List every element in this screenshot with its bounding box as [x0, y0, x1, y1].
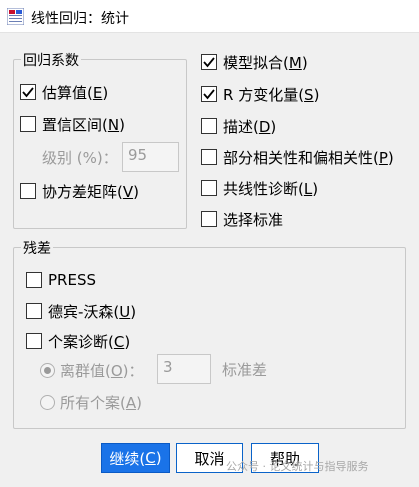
- model-fit-check-icon: [201, 54, 217, 70]
- level-input: 95: [122, 142, 179, 172]
- confidence-interval-label: 置信区间(N): [42, 115, 125, 134]
- covariance-matrix-label: 协方差矩阵(V): [42, 182, 139, 201]
- r-square-change-check-icon: [201, 86, 217, 102]
- outlier-unit-label: 标准差: [222, 361, 268, 379]
- window-title: 线性回归：统计: [31, 11, 129, 27]
- confidence-interval-checkbox[interactable]: 置信区间(N): [20, 113, 125, 135]
- descriptives-box: [201, 118, 217, 134]
- durbin-watson-box: [26, 303, 42, 319]
- model-fit-label: 模型拟合(M): [223, 53, 308, 72]
- outliers-radio[interactable]: 离群值(O)：: [40, 359, 144, 381]
- casewise-diagnostics-label: 个案诊断(C): [48, 332, 131, 351]
- all-cases-radio-icon: [40, 394, 55, 410]
- collinearity-diagnostics-label: 共线性诊断(L): [223, 179, 319, 198]
- durbin-watson-checkbox[interactable]: 德宾-沃森(U): [26, 300, 136, 322]
- collinearity-diagnostics-checkbox[interactable]: 共线性诊断(L): [201, 177, 318, 199]
- selection-criteria-label: 选择标准: [223, 210, 284, 229]
- all-cases-radio[interactable]: 所有个案(A): [40, 391, 142, 413]
- residuals-group-label: 残差: [21, 238, 53, 258]
- collinearity-diagnostics-box: [201, 180, 217, 196]
- continue-button[interactable]: 继续(C): [101, 443, 170, 473]
- confidence-interval-box: [20, 116, 36, 132]
- part-partial-correlations-box: [201, 149, 217, 165]
- model-fit-checkbox[interactable]: 模型拟合(M): [201, 51, 308, 73]
- all-cases-label: 所有个案(A): [60, 393, 142, 412]
- covariance-matrix-box: [20, 183, 36, 199]
- spss-app-icon: [6, 7, 25, 26]
- selection-criteria-checkbox[interactable]: 选择标准: [201, 208, 283, 230]
- watermark-text: 公众号 · 论文统计与指导服务: [226, 460, 369, 473]
- level-label: 级别 (%)：: [42, 149, 118, 167]
- outliers-label: 离群值(O)：: [60, 361, 144, 380]
- descriptives-label: 描述(D): [223, 117, 277, 136]
- press-box: [26, 272, 42, 288]
- casewise-diagnostics-checkbox[interactable]: 个案诊断(C): [26, 330, 130, 352]
- outliers-radio-icon: [40, 362, 55, 378]
- estimates-checkbox[interactable]: 估算值(E): [20, 81, 108, 103]
- r-square-change-checkbox[interactable]: R 方变化量(S): [201, 83, 319, 105]
- selection-criteria-box: [201, 211, 217, 227]
- press-label: PRESS: [48, 271, 96, 289]
- title-bar: 线性回归：统计: [0, 0, 419, 33]
- r-square-change-label: R 方变化量(S): [223, 85, 320, 104]
- press-checkbox[interactable]: PRESS: [26, 269, 96, 291]
- estimates-label: 估算值(E): [42, 83, 109, 102]
- casewise-diagnostics-box: [26, 333, 42, 349]
- part-partial-correlations-checkbox[interactable]: 部分相关性和偏相关性(P): [201, 146, 394, 168]
- durbin-watson-label: 德宾-沃森(U): [48, 302, 137, 321]
- part-partial-correlations-label: 部分相关性和偏相关性(P): [223, 148, 394, 167]
- covariance-matrix-checkbox[interactable]: 协方差矩阵(V): [20, 180, 139, 202]
- coefficients-group-label: 回归系数: [21, 50, 81, 70]
- estimates-check-icon: [20, 84, 36, 100]
- descriptives-checkbox[interactable]: 描述(D): [201, 115, 276, 137]
- outlier-sd-input: 3: [157, 354, 211, 384]
